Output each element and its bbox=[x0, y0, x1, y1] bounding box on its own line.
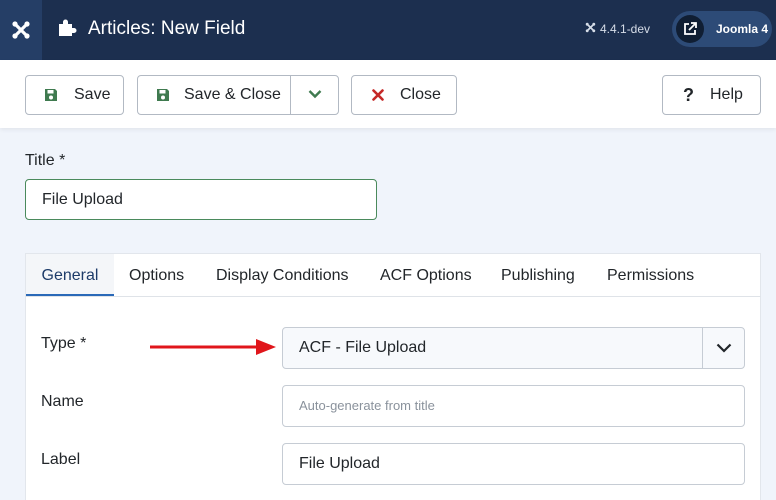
title-input[interactable] bbox=[25, 179, 377, 220]
tab-display-conditions[interactable]: Display Conditions bbox=[216, 254, 349, 297]
save-close-group: Save & Close bbox=[137, 75, 339, 115]
field-tabs: General Options Display Conditions ACF O… bbox=[25, 253, 761, 297]
close-label: Close bbox=[400, 86, 441, 103]
type-select-value: ACF - File Upload bbox=[299, 339, 427, 356]
save-label: Save bbox=[74, 86, 111, 103]
save-close-button[interactable]: Save & Close bbox=[138, 76, 292, 114]
pointer-arrow bbox=[150, 338, 278, 361]
tab-publishing[interactable]: Publishing bbox=[501, 254, 575, 297]
page-title: Articles: New Field bbox=[88, 18, 246, 39]
tab-general[interactable]: General bbox=[26, 254, 114, 297]
save-icon bbox=[44, 88, 58, 102]
tab-options[interactable]: Options bbox=[129, 254, 184, 297]
label-input[interactable] bbox=[282, 443, 745, 485]
joomla-logo-icon[interactable] bbox=[0, 0, 42, 60]
title-label: Title * bbox=[25, 152, 66, 169]
close-button[interactable]: Close bbox=[351, 75, 457, 115]
close-icon bbox=[372, 89, 384, 101]
tab-acf-options[interactable]: ACF Options bbox=[380, 254, 472, 297]
chevron-down-icon bbox=[308, 86, 322, 104]
save-options-dropdown[interactable] bbox=[291, 76, 338, 114]
type-select[interactable]: ACF - File Upload bbox=[282, 327, 745, 369]
toolbar: Save Save & Close Close ? Help bbox=[0, 60, 776, 128]
name-label: Name bbox=[41, 393, 84, 410]
version-text: 4.4.1-dev bbox=[600, 22, 651, 36]
question-icon: ? bbox=[683, 84, 694, 105]
joomla-small-icon bbox=[585, 22, 596, 36]
tab-permissions[interactable]: Permissions bbox=[607, 254, 694, 297]
version-info: 4.4.1-dev bbox=[585, 0, 650, 58]
help-label: Help bbox=[710, 86, 743, 103]
help-button[interactable]: ? Help bbox=[662, 75, 761, 115]
type-label: Type * bbox=[41, 335, 87, 352]
name-input[interactable] bbox=[282, 385, 745, 427]
chevron-down-icon bbox=[702, 328, 744, 368]
site-name: Joomla 4 bbox=[716, 22, 769, 36]
save-close-label: Save & Close bbox=[184, 86, 281, 103]
save-icon bbox=[156, 88, 170, 102]
admin-header: Articles: New Field 4.4.1-dev Joomla 4 bbox=[0, 0, 776, 60]
save-button[interactable]: Save bbox=[25, 75, 124, 115]
label-label: Label bbox=[41, 451, 81, 468]
view-site-button[interactable]: Joomla 4 bbox=[672, 11, 772, 47]
external-link-icon bbox=[676, 15, 704, 43]
puzzle-icon bbox=[56, 16, 78, 43]
